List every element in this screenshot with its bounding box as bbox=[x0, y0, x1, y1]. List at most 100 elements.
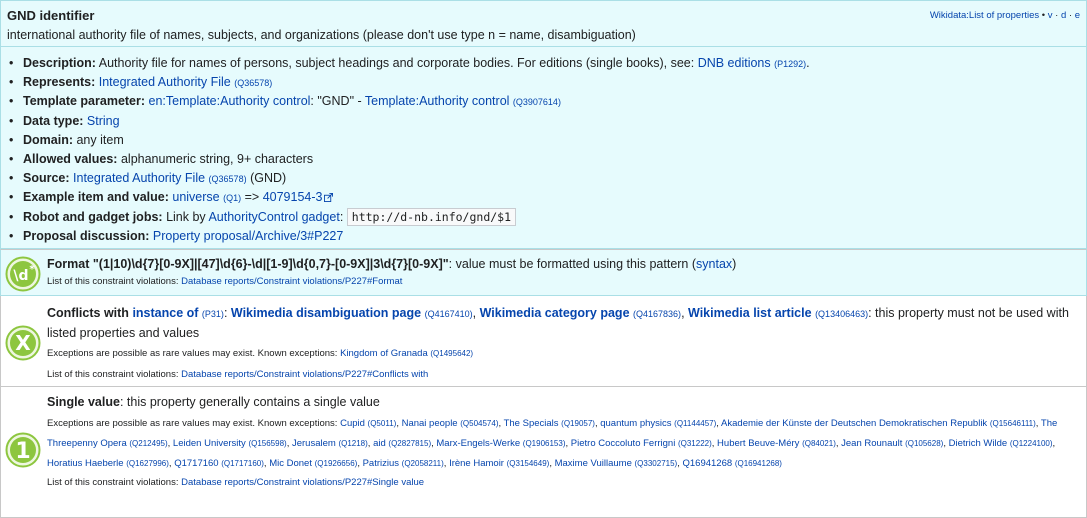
list-item-robot: • Robot and gadget jobs: Link by Authorit… bbox=[9, 207, 1079, 227]
single-exception-link[interactable]: Akademie der Künste der Deutschen Demokr… bbox=[721, 418, 987, 429]
represents-qid[interactable]: (Q36578) bbox=[234, 78, 272, 88]
nav-edit-link[interactable]: e bbox=[1075, 10, 1080, 21]
source-label: Source: bbox=[23, 171, 70, 186]
single-exception-qid[interactable]: (Q212495) bbox=[129, 439, 167, 448]
single-exception-qid[interactable]: (Q3154649) bbox=[507, 459, 550, 468]
single-exception-qid[interactable]: (Q2058211) bbox=[402, 459, 444, 468]
authority-control-gadget-link[interactable]: AuthorityControl gadget bbox=[208, 210, 339, 224]
proposal-label: Proposal discussion: bbox=[23, 228, 150, 243]
single-exception-link[interactable]: Pietro Coccoluto Ferrigni bbox=[571, 438, 676, 449]
category-page-link[interactable]: Wikimedia category page bbox=[480, 306, 630, 320]
format-label: Format bbox=[47, 257, 90, 271]
single-exception-qid[interactable]: (Q1926656) bbox=[315, 459, 358, 468]
single-exception-link[interactable]: Horatius Haeberle bbox=[47, 458, 124, 469]
proposal-link[interactable]: Property proposal/Archive/3#P227 bbox=[153, 229, 343, 243]
instance-of-link[interactable]: instance of bbox=[132, 306, 198, 320]
kingdom-of-granada-qid[interactable]: (Q1495642) bbox=[430, 349, 473, 358]
single-exception-qid[interactable]: (Q1717160) bbox=[221, 459, 264, 468]
conflicts-line: Conflicts with instance of (P31): Wikime… bbox=[47, 306, 1069, 340]
single-violations-link[interactable]: Database reports/Constraint violations/P… bbox=[181, 477, 424, 488]
single-exception-qid[interactable]: (Q156598) bbox=[248, 439, 286, 448]
dnb-editions-link[interactable]: DNB editions bbox=[698, 56, 771, 70]
single-exception-link[interactable]: Q1717160 bbox=[174, 458, 218, 469]
single-exception-qid[interactable]: (Q1218) bbox=[338, 439, 367, 448]
single-exception-link[interactable]: aid bbox=[373, 438, 386, 449]
single-exception-qid[interactable]: (Q84021) bbox=[802, 439, 836, 448]
single-exception-link[interactable]: Cupid bbox=[340, 418, 365, 429]
source-link[interactable]: Integrated Authority File bbox=[73, 171, 205, 185]
svg-text:\d: \d bbox=[13, 268, 28, 284]
conflicts-with-constraint: X Conflicts with instance of (P31): Wiki… bbox=[0, 296, 1087, 387]
single-exception-link[interactable]: Mic Donet bbox=[269, 458, 312, 469]
disambiguation-qid[interactable]: (Q4167410) bbox=[425, 309, 473, 319]
formatter-url-code: http://d-nb.info/gnd/$1 bbox=[346, 207, 517, 226]
single-value-description: : this property generally contains a sin… bbox=[119, 395, 380, 409]
single-exception-qid[interactable]: (Q105628) bbox=[905, 439, 943, 448]
property-header: GND identifier international authority f… bbox=[0, 0, 1087, 46]
single-exception-qid[interactable]: (Q1906153) bbox=[523, 439, 566, 448]
conflicts-violations-line: List of this constraint violations: Data… bbox=[47, 367, 1078, 383]
single-exception-qid[interactable]: (Q1627996) bbox=[126, 459, 169, 468]
single-exception-qid[interactable]: (Q31222) bbox=[678, 439, 712, 448]
nav-discuss-link[interactable]: d bbox=[1061, 10, 1066, 21]
category-qid[interactable]: (Q4167836) bbox=[633, 309, 681, 319]
single-exception-link[interactable]: Dietrich Wilde bbox=[949, 438, 1008, 449]
example-value-link[interactable]: 4079154-3 bbox=[263, 190, 323, 204]
header-nav: Wikidata:List of properties • v · d · e bbox=[930, 10, 1080, 21]
nav-view-link[interactable]: v bbox=[1048, 10, 1053, 21]
single-exception-qid[interactable]: (Q5011) bbox=[368, 419, 397, 428]
instance-of-qid[interactable]: (P31) bbox=[202, 309, 224, 319]
single-exception-link[interactable]: quantum physics bbox=[600, 418, 671, 429]
conflicts-exceptions-label: Exceptions are possible as rare values m… bbox=[47, 348, 338, 359]
template-authority-link[interactable]: Template:Authority control bbox=[365, 94, 510, 108]
single-value-label: Single value bbox=[47, 395, 120, 409]
single-exception-qid[interactable]: (Q19057) bbox=[561, 419, 595, 428]
example-qid[interactable]: (Q1) bbox=[223, 193, 241, 203]
list-item-source: • Source: Integrated Authority File (Q365… bbox=[9, 171, 287, 186]
description-qid[interactable]: (P1292) bbox=[774, 59, 806, 69]
list-article-link[interactable]: Wikimedia list article bbox=[688, 306, 812, 320]
single-exception-link[interactable]: Jerusalem bbox=[292, 438, 336, 449]
single-exception-link[interactable]: Patrizius bbox=[363, 458, 399, 469]
single-exception-link[interactable]: Q16941268 bbox=[683, 458, 733, 469]
example-label: Example item and value: bbox=[23, 190, 169, 205]
single-exception-link[interactable]: Maxime Vuillaume bbox=[555, 458, 632, 469]
robot-colon: : bbox=[339, 209, 344, 224]
represents-link[interactable]: Integrated Authority File bbox=[99, 75, 231, 89]
single-exception-link[interactable]: The Specials bbox=[504, 418, 559, 429]
single-exception-qid[interactable]: (Q15646111) bbox=[990, 419, 1036, 428]
single-exception-link[interactable]: Jean Rounault bbox=[841, 438, 902, 449]
datatype-link[interactable]: String bbox=[87, 114, 120, 128]
single-exception-qid[interactable]: (Q2827815) bbox=[388, 439, 431, 448]
single-exception-link[interactable]: Marx-Engels-Werke bbox=[436, 438, 520, 449]
source-qid[interactable]: (Q36578) bbox=[209, 174, 247, 184]
list-separator: , bbox=[1052, 438, 1056, 449]
regex-format-icon: \d * bbox=[5, 256, 41, 292]
template-link[interactable]: en:Template:Authority control bbox=[149, 94, 311, 108]
single-exception-qid[interactable]: (Q3302715) bbox=[635, 459, 678, 468]
list-article-qid[interactable]: (Q13406463) bbox=[815, 309, 868, 319]
allowed-label: Allowed values: bbox=[23, 151, 118, 166]
kingdom-of-granada-link[interactable]: Kingdom of Granada bbox=[340, 348, 428, 359]
single-exception-qid[interactable]: (Q1224100) bbox=[1010, 439, 1053, 448]
conflicts-violations-link[interactable]: Database reports/Constraint violations/P… bbox=[181, 369, 428, 380]
disambiguation-page-link[interactable]: Wikimedia disambiguation page bbox=[231, 306, 421, 320]
conflicts-text: Conflicts with instance of (P31): Wikime… bbox=[47, 304, 1078, 383]
single-exception-qid[interactable]: (Q1144457) bbox=[674, 419, 716, 428]
single-exception-qid[interactable]: (Q16941268) bbox=[735, 459, 782, 468]
single-exception-link[interactable]: Nanai people bbox=[402, 418, 458, 429]
list-item-allowed: • Allowed values: alphanumeric string, 9+… bbox=[9, 151, 314, 166]
single-exception-link[interactable]: Irène Hamoir bbox=[449, 458, 504, 469]
list-item-domain: • Domain: any item bbox=[9, 132, 124, 147]
allowed-text: alphanumeric string, 9+ characters bbox=[120, 151, 314, 166]
single-exception-link[interactable]: Leiden University bbox=[173, 438, 246, 449]
datatype-label: Data type: bbox=[23, 113, 84, 128]
syntax-link[interactable]: syntax bbox=[696, 257, 732, 271]
example-item-link[interactable]: universe bbox=[172, 190, 219, 204]
single-exception-qid[interactable]: (Q504574) bbox=[460, 419, 498, 428]
single-exception-link[interactable]: Hubert Beuve-Méry bbox=[717, 438, 799, 449]
list-of-properties-link[interactable]: Wikidata:List of properties bbox=[930, 10, 1039, 21]
template-qid[interactable]: (Q3907614) bbox=[513, 97, 561, 107]
single-value-text: Single value: this property generally co… bbox=[47, 395, 1078, 488]
format-violations-link[interactable]: Database reports/Constraint violations/P… bbox=[181, 276, 402, 287]
